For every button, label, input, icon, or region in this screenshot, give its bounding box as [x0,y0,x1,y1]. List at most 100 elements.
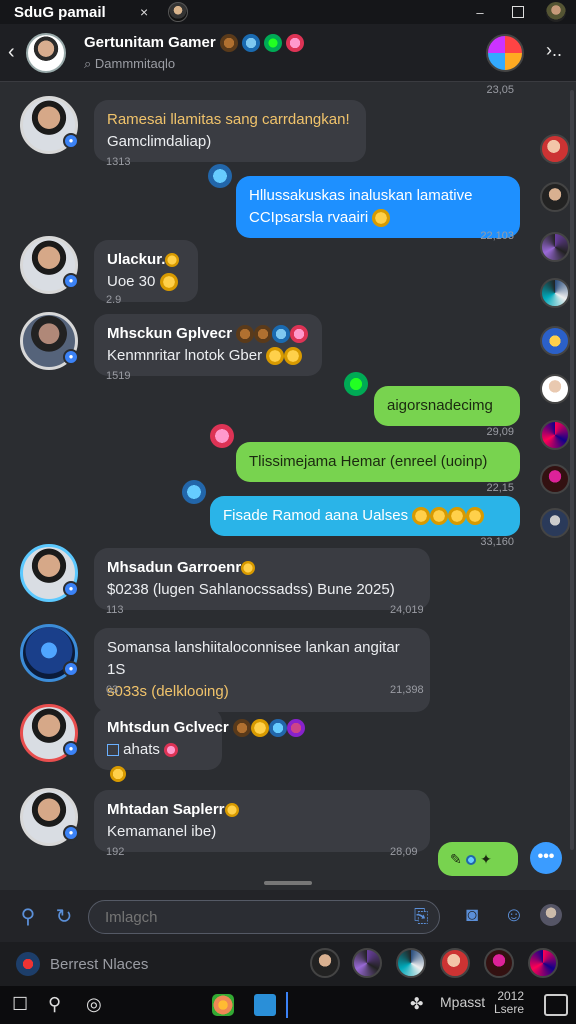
message-sender-row: Mhsadun Garroenr [107,557,417,579]
message-text-row: ahats [107,739,209,761]
back-button[interactable]: ‹ [8,41,22,64]
reaction-emoji-icon [208,164,232,188]
message-list[interactable]: 23,05 ● Ramesai llamitas sang carrdangka… [0,82,576,890]
scrollbar[interactable] [570,90,574,850]
message-input[interactable] [88,900,440,934]
verified-badge-icon: ● [63,661,79,677]
app-logo-icon[interactable] [486,34,524,72]
more-options-button[interactable]: ›.. [546,40,562,61]
sender-avatar[interactable]: ● [20,96,79,154]
favorite-contact-avatar[interactable] [528,948,558,978]
drag-handle[interactable] [264,881,312,885]
message-bubble[interactable]: Ramesai llamitas sang carrdangkan! Gamcl… [94,100,366,162]
sender-avatar[interactable]: ● [20,544,79,602]
sparkle-emoji-icon [286,719,305,738]
verified-badge-icon: ● [63,349,79,365]
message-bubble[interactable]: Mhtsdun Gclvecr ahats [94,708,305,770]
chat-header: ‹ Gertunitam Gamer ⌕ Dammmitaqlo ›.. [0,24,576,82]
system-clock[interactable]: 2012 Lsere [494,990,524,1016]
pencil-icon: ✎ [450,851,462,867]
online-contact-avatar[interactable] [540,134,570,164]
attach-icon[interactable]: ⎘ [414,906,428,927]
sender-avatar[interactable]: ● [20,704,79,762]
message-bubble[interactable]: aigorsnadecimg [374,386,520,426]
sender-avatar[interactable]: ● [20,312,79,370]
smile-emoji-icon [430,507,449,526]
message-bubble[interactable]: Somansa lanshiitaloconnisee lankan angit… [94,628,430,712]
online-contact-avatar[interactable] [540,420,570,450]
app-title: SduG pamail [14,3,106,21]
candy-emoji-icon [285,33,304,52]
message-sender: Mhtsdun Gclvecr [107,719,229,736]
contact-avatar[interactable] [26,32,66,73]
maximize-button[interactable] [508,2,528,22]
candy-emoji-icon [290,325,309,344]
active-indicator [286,992,288,1018]
user-avatar[interactable] [546,2,566,22]
message-sender: Mhsckun Gplvecr [107,325,233,342]
more-actions-button[interactable]: ••• [530,842,562,874]
search-icon[interactable]: ⚲ [48,994,61,1015]
tab-avatar[interactable] [168,2,189,22]
message-bubble[interactable]: Hllussakuskas inaluskan lamative CCIpsar… [236,176,520,238]
message-bubble[interactable]: Mhsadun Garroenr $0238 (lugen Sahlanocss… [94,548,430,610]
calculator-icon[interactable] [254,994,276,1016]
close-tab-icon[interactable]: × [140,4,148,20]
online-contact-avatar[interactable] [540,326,570,356]
favorite-contact-avatar[interactable] [352,948,382,978]
smile-emoji-icon [224,803,239,818]
edge-browser-icon[interactable]: ◎ [86,994,102,1015]
favorite-contact-avatar[interactable] [484,948,514,978]
online-contact-avatar[interactable] [540,508,570,538]
favorite-contact-avatar[interactable] [310,948,340,978]
online-contact-avatar[interactable] [540,464,570,494]
online-contact-avatar[interactable] [540,374,570,404]
online-contact-avatar[interactable] [540,232,570,262]
sticker-icon[interactable]: ☺ [502,904,526,927]
verified-badge-icon: ● [63,133,79,149]
weather-label[interactable]: Mpasst [440,994,485,1010]
message-bubble[interactable]: Mhsckun Gplvecr Kenmnritar lnotok Gber [94,314,322,376]
message-text: Somansa lanshiitaloconnisee lankan angit… [107,639,400,678]
refresh-icon[interactable]: ↻ [52,904,76,929]
sender-avatar[interactable]: ● [20,624,79,682]
notifications-icon[interactable] [544,994,568,1016]
online-contact-avatar[interactable] [540,278,570,308]
favorite-contact-avatar[interactable] [396,948,426,978]
cookie-emoji-icon [236,325,255,344]
start-icon[interactable]: ☐ [12,994,28,1015]
message-time: 113 [106,604,124,616]
message-bubble[interactable]: Fisade Ramod aana Ualses [210,496,520,536]
contact-status: Dammmitaqlo [94,55,176,71]
message-text: s033s (delklooing) [107,683,229,700]
message-bubble[interactable]: Ulackur. Uoe 30 [94,240,198,302]
sender-avatar[interactable]: ● [20,788,79,846]
message-text: Fisade Ramod aana Ualses [223,507,409,524]
message-time: 1519 [106,370,131,382]
app-icon[interactable] [212,994,234,1016]
favorite-contact-avatar[interactable] [440,948,470,978]
message-text: Hllussakuskas inaluskan lamative [249,187,473,204]
message-bubble[interactable]: Mhtadan Saplerr Kemamanel ibe) [94,790,430,852]
sticker-bubble[interactable]: ✎ ✦ [438,842,518,876]
sender-avatar[interactable]: ● [20,236,79,294]
message-sender: Ulackur. [107,251,166,268]
clock-line: Lsere [494,1002,525,1016]
os-taskbar: ☐ ⚲ ◎ ✤ Mpasst 2012 Lsere [0,986,576,1024]
online-contact-avatar[interactable] [540,182,570,212]
settings-icon[interactable]: ✤ [410,994,423,1014]
minimize-button[interactable]: – [470,2,490,22]
header-timestamp: 23,05 [486,84,514,96]
profile-avatar[interactable] [540,904,562,926]
message-bubble[interactable]: Tlissimejama Hemar (enreel (uoinp) [236,442,520,482]
verified-badge-icon: ● [63,581,79,597]
message-text: Gamclimdaliap) [107,133,212,150]
camera-icon[interactable]: ◙ [460,904,484,927]
dot-icon [465,855,476,866]
reaction-emoji-icon [210,424,234,448]
location-icon[interactable]: ⚲ [16,904,40,929]
maximize-icon [512,6,524,18]
favorites-strip: Berrest Nlaces [0,942,576,986]
message-text: Kenmnritar lnotok Gber [107,347,263,364]
composer-bar: ⚲ ↻ ⎘ ◙ ☺ [0,890,576,942]
